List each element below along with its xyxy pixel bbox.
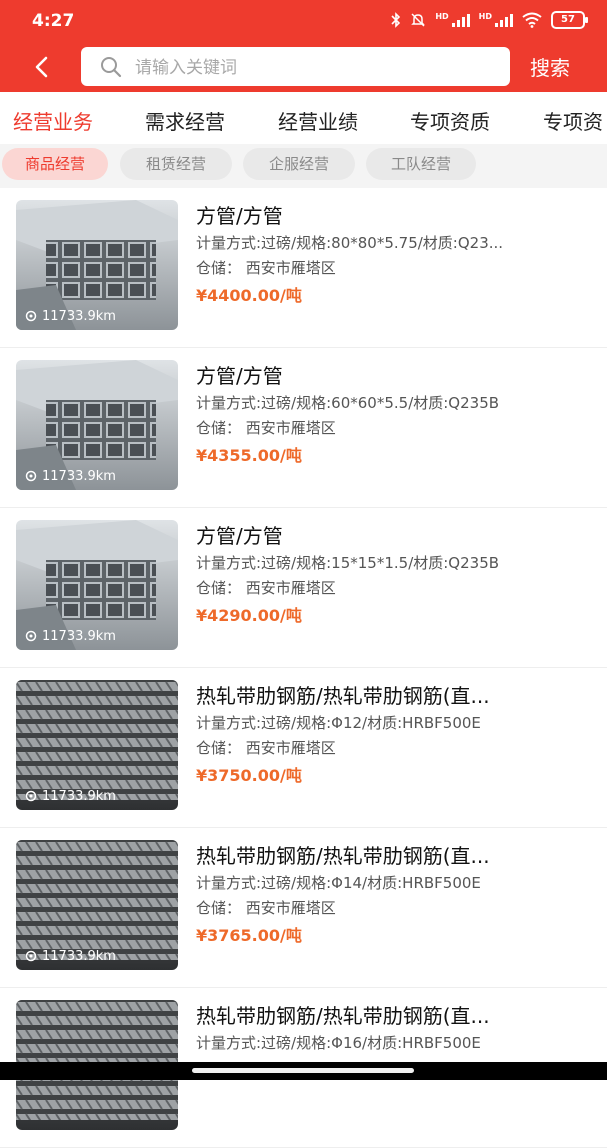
product-spec: 计量方式:过磅/规格:Φ12/材质:HRBF500E xyxy=(196,714,481,732)
location-pin-icon xyxy=(25,950,37,961)
search-icon xyxy=(101,57,122,78)
product-storage: 仓储： 西安市雁塔区 xyxy=(196,579,336,597)
tab-demand[interactable]: 需求经营 xyxy=(145,106,225,135)
product-title: 热轧带肋钢筋/热轧带肋钢筋(直... xyxy=(196,684,490,708)
status-bar: 4:27 HD HD 57 xyxy=(0,0,607,40)
tab-performance[interactable]: 经营业绩 xyxy=(278,106,358,135)
product-spec: 计量方式:过磅/规格:Φ14/材质:HRBF500E xyxy=(196,874,481,892)
distance-badge: 11733.9km xyxy=(24,789,116,804)
square-tube-photo: 11733.9km xyxy=(16,360,178,490)
product-price: ¥4290.00/吨 xyxy=(196,606,302,625)
product-title: 热轧带肋钢筋/热轧带肋钢筋(直... xyxy=(196,1004,490,1028)
location-pin-icon xyxy=(25,310,37,321)
location-pin-icon xyxy=(25,790,37,801)
product-storage: 仓储： 西安市雁塔区 xyxy=(196,419,336,437)
product-spec: 计量方式:过磅/规格:15*15*1.5/材质:Q235B xyxy=(196,554,500,572)
product-spec: 计量方式:过磅/规格:Φ16/材质:HRBF500E xyxy=(196,1034,481,1052)
list-item[interactable]: 11733.9km 方管/方管 计量方式:过磅/规格:80*80*5.75/材质… xyxy=(0,188,607,348)
app-header: 4:27 HD HD 57 请输入关键词 搜索 xyxy=(0,0,607,92)
rebar-photo: 11733.9km xyxy=(16,840,178,970)
product-spec: 计量方式:过磅/规格:80*80*5.75/材质:Q23... xyxy=(196,234,504,252)
system-nav-bar xyxy=(0,1062,607,1080)
product-price: ¥4355.00/吨 xyxy=(196,446,302,465)
product-title: 方管/方管 xyxy=(196,524,283,548)
category-tabs: 经营业务 需求经营 经营业绩 专项资质 专项资 xyxy=(0,92,607,144)
rebar-photo: 11733.9km xyxy=(16,680,178,810)
battery-icon: 57 xyxy=(551,11,588,29)
product-storage: 仓储： 西安市雁塔区 xyxy=(196,739,336,757)
list-item[interactable]: 11733.9km 热轧带肋钢筋/热轧带肋钢筋(直... 计量方式:过磅/规格:… xyxy=(0,828,607,988)
signal-icon: HD xyxy=(479,13,513,27)
product-title: 方管/方管 xyxy=(196,204,283,228)
wifi-icon xyxy=(522,12,542,28)
tab-business[interactable]: 经营业务 xyxy=(13,106,93,135)
chip-enterprise-service[interactable]: 企服经营 xyxy=(243,148,355,180)
square-tube-photo: 11733.9km xyxy=(16,520,178,650)
chip-leasing[interactable]: 租赁经营 xyxy=(120,148,232,180)
chip-goods[interactable]: 商品经营 xyxy=(2,148,108,180)
distance-badge: 11733.9km xyxy=(24,309,116,324)
square-tube-photo: 11733.9km xyxy=(16,200,178,330)
sub-filter-chips: 商品经营 租赁经营 企服经营 工队经营 xyxy=(0,144,607,188)
signal-icon: HD xyxy=(435,13,470,27)
tab-qualification-more[interactable]: 专项资 xyxy=(543,106,603,135)
search-button[interactable]: 搜索 xyxy=(530,52,570,81)
mute-bell-icon xyxy=(411,13,426,27)
search-box[interactable] xyxy=(81,47,510,88)
home-gesture-handle[interactable] xyxy=(192,1068,414,1073)
chip-work-team[interactable]: 工队经营 xyxy=(366,148,476,180)
product-price: ¥3750.00/吨 xyxy=(196,766,302,785)
distance-badge: 11733.9km xyxy=(24,469,116,484)
back-button[interactable] xyxy=(24,48,60,84)
list-item[interactable]: 11733.9km 热轧带肋钢筋/热轧带肋钢筋(直... 计量方式:过磅/规格:… xyxy=(0,668,607,828)
location-pin-icon xyxy=(25,630,37,641)
distance-badge: 11733.9km xyxy=(24,629,116,644)
product-title: 方管/方管 xyxy=(196,364,283,388)
product-storage: 仓储： 西安市雁塔区 xyxy=(196,899,336,917)
list-item[interactable]: 11733.9km 方管/方管 计量方式:过磅/规格:15*15*1.5/材质:… xyxy=(0,508,607,668)
search-input[interactable] xyxy=(133,47,497,88)
product-title: 热轧带肋钢筋/热轧带肋钢筋(直... xyxy=(196,844,490,868)
bluetooth-icon xyxy=(391,12,401,28)
chevron-left-icon xyxy=(35,56,48,78)
distance-badge: 11733.9km xyxy=(24,949,116,964)
product-price: ¥4400.00/吨 xyxy=(196,286,302,305)
product-storage: 仓储： 西安市雁塔区 xyxy=(196,259,336,277)
list-item[interactable]: 11733.9km 方管/方管 计量方式:过磅/规格:60*60*5.5/材质:… xyxy=(0,348,607,508)
tab-qualification[interactable]: 专项资质 xyxy=(410,106,490,135)
status-icons: HD HD 57 xyxy=(391,11,588,29)
product-spec: 计量方式:过磅/规格:60*60*5.5/材质:Q235B xyxy=(196,394,500,412)
product-price: ¥3765.00/吨 xyxy=(196,926,302,945)
location-pin-icon xyxy=(25,470,37,481)
status-time: 4:27 xyxy=(32,11,75,31)
